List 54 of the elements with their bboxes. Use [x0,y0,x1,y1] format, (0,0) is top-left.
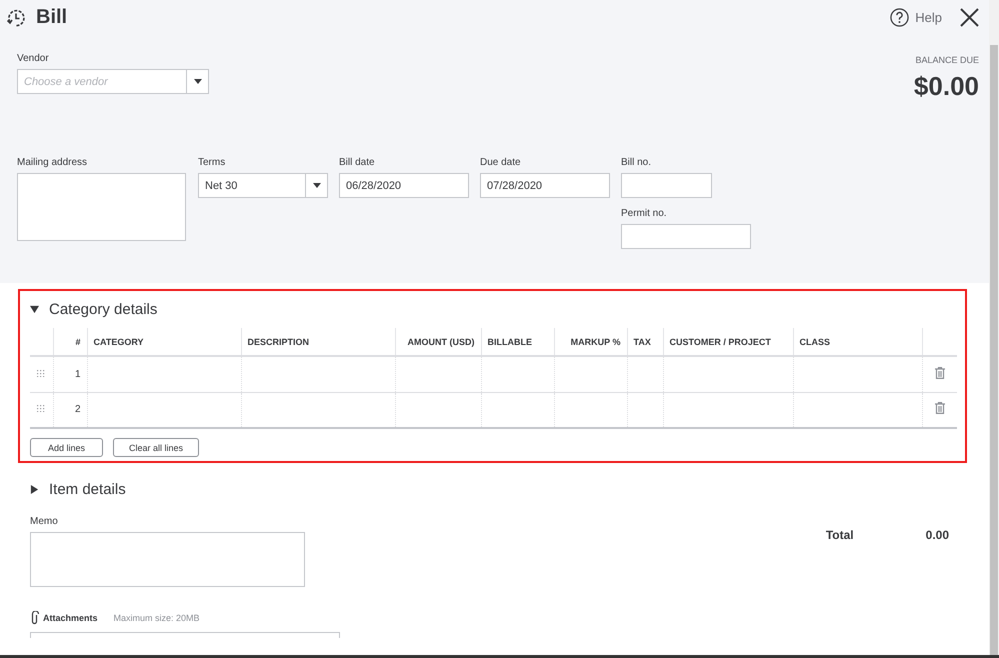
column-header: # [53,328,87,356]
field-label: Bill no. [621,157,652,168]
field-label: Bill date [339,157,376,168]
total-value: 0.00 [926,528,949,544]
column-header: BILLABLE [481,328,554,356]
field-label: Memo [30,516,59,527]
scrollbar[interactable] [989,0,999,655]
balance-due-amount: $0.00 [914,71,979,102]
number-field[interactable] [621,224,751,249]
paperclip-icon [30,611,39,625]
caret-icon [312,183,320,188]
clear-lines-button[interactable]: Clear all lines [113,438,200,457]
section-toggle[interactable]: Category details [30,301,158,318]
help-link[interactable]: Help [890,8,942,27]
caret-icon [30,305,39,314]
caret-icon [194,79,202,84]
balance-due-label: BALANCE DUE [914,55,979,65]
column-header: TAX [627,328,663,356]
field-label: Due date [480,157,522,168]
dropdown-button[interactable] [186,69,209,94]
attachment-drop-area[interactable] [30,632,340,638]
caret-icon [30,485,39,494]
column-header: CUSTOMER / PROJECT [663,328,793,356]
row-number: 1 [53,356,87,392]
window-title: Bill [36,6,68,29]
bill-clock-icon [6,8,26,28]
number-field[interactable] [621,173,712,198]
date-field[interactable]: 07/28/2020 [480,173,610,198]
field-label: Permit no. [621,208,668,219]
add-lines-button[interactable]: Add lines [30,438,104,457]
field-label: Terms [198,157,226,168]
mailing-address-field[interactable] [17,173,186,241]
trash-icon[interactable] [934,402,945,414]
section-toggle[interactable]: Item details [30,481,949,498]
field-label: Vendor [17,53,50,64]
column-header: CATEGORY [87,328,241,356]
column-header: AMOUNT (USD) [395,328,481,356]
memo-field[interactable] [30,532,305,587]
size-note: Maximum size: 20MB [114,613,200,623]
field-label: Mailing address [17,157,88,168]
column-header: MARKUP % [554,328,627,356]
help-icon [890,8,910,27]
vendor-field[interactable]: Choose a vendor [17,69,186,94]
total-label: Total [826,528,854,544]
row-number: 2 [53,392,87,428]
date-field[interactable]: 06/28/2020 [339,173,469,198]
trash-icon[interactable] [934,366,945,379]
terms-field[interactable]: Net 30 [198,173,305,198]
close-button[interactable] [960,8,979,27]
column-header: CLASS [793,328,922,356]
dropdown-button[interactable] [305,173,328,198]
attachments-label: Attachments [43,613,98,623]
column-header: DESCRIPTION [241,328,395,356]
drag-handle-icon[interactable] [37,370,46,377]
